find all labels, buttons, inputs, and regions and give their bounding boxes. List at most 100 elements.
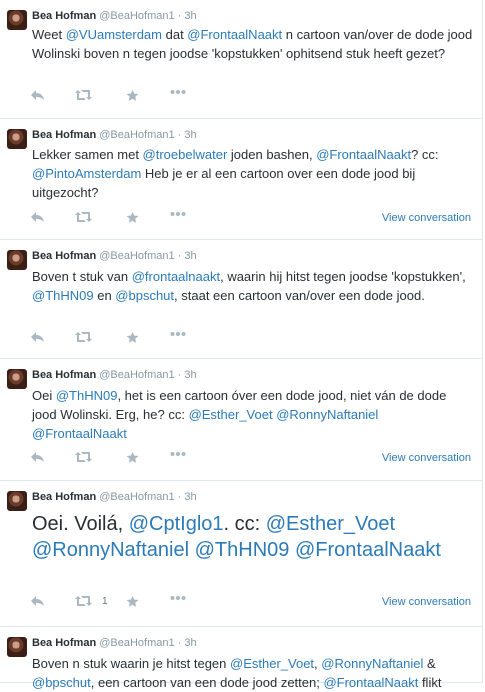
tweet-header: Bea Hofman @BeaHofman1 · 3h	[32, 491, 197, 503]
tweet-timestamp[interactable]: 3h	[184, 491, 196, 503]
reply-button[interactable]	[30, 331, 45, 343]
retweet-button[interactable]	[75, 451, 92, 463]
timeline: Bea Hofman @BeaHofman1 · 3h Weet @VUamste…	[0, 0, 483, 690]
mention-link[interactable]: @FrontaalNaakt	[295, 539, 441, 561]
favorite-button[interactable]	[126, 331, 139, 344]
tweet-text: Oei @ThHN09, het is een cartoon óver een…	[32, 386, 474, 443]
avatar[interactable]	[7, 491, 27, 511]
tweet-timestamp[interactable]: 3h	[184, 250, 196, 262]
mention-link[interactable]: @RonnyNaftaniel	[32, 539, 189, 561]
retweet-button[interactable]	[75, 211, 92, 223]
separator-dot: ·	[174, 369, 185, 381]
more-button[interactable]	[170, 595, 186, 601]
mention-link[interactable]: @troebelwater	[143, 147, 228, 162]
author-handle[interactable]: @BeaHofman1	[99, 250, 174, 262]
text-segment: ? cc:	[411, 147, 439, 162]
author-handle[interactable]: @BeaHofman1	[99, 369, 174, 381]
author-name[interactable]: Bea Hofman	[32, 129, 96, 141]
text-segment: &	[423, 656, 436, 671]
mention-link[interactable]: @ThHN09	[56, 388, 118, 403]
more-button[interactable]	[170, 89, 186, 95]
retweet-button[interactable]	[75, 595, 92, 607]
reply-button[interactable]	[30, 595, 45, 607]
tweet-header: Bea Hofman @BeaHofman1 · 3h	[32, 129, 197, 141]
tweet-header: Bea Hofman @BeaHofman1 · 3h	[32, 10, 197, 22]
tweet: Bea Hofman @BeaHofman1 · 3h Oei. Voilá, @…	[0, 481, 482, 627]
mention-link[interactable]: @RonnyNaftaniel	[321, 656, 423, 671]
favorite-button[interactable]	[126, 211, 139, 224]
tweet-header: Bea Hofman @BeaHofman1 · 3h	[32, 250, 197, 262]
text-segment: en	[93, 288, 116, 303]
mention-link[interactable]: @PintoAmsterdam	[32, 166, 141, 181]
more-icon	[170, 451, 186, 457]
author-name[interactable]: Bea Hofman	[32, 637, 96, 649]
mention-link[interactable]: @FrontaalNaakt	[187, 27, 282, 42]
view-conversation-link[interactable]: View conversation	[382, 596, 471, 608]
tweet-actions	[30, 331, 470, 347]
tweet: Bea Hofman @BeaHofman1 · 3h Lekker samen …	[0, 119, 482, 240]
tweet-text: Weet @VUamsterdam dat @FrontaalNaakt n c…	[32, 25, 474, 63]
retweet-icon	[75, 331, 92, 343]
author-handle[interactable]: @BeaHofman1	[99, 491, 174, 503]
separator-dot: ·	[174, 129, 185, 141]
reply-button[interactable]	[30, 89, 45, 101]
mention-link[interactable]: @FrontaalNaakt	[316, 147, 411, 162]
retweet-icon	[75, 451, 92, 463]
author-name[interactable]: Bea Hofman	[32, 250, 96, 262]
tweet: Bea Hofman @BeaHofman1 · 3h Boven t stuk …	[0, 240, 482, 359]
reply-icon	[30, 451, 45, 463]
reply-icon	[30, 89, 45, 101]
mention-link[interactable]: @RonnyNaftaniel	[276, 407, 378, 422]
text-segment: . cc:	[223, 513, 266, 535]
mention-link[interactable]: @ThHN09	[195, 539, 290, 561]
more-icon	[170, 211, 186, 217]
tweet-text: Oei. Voilá, @CptIglo1. cc: @Esther_Voet …	[32, 511, 477, 563]
retweet-button[interactable]	[75, 331, 92, 343]
mention-link[interactable]: @VUamsterdam	[66, 27, 162, 42]
tweet: Bea Hofman @BeaHofman1 · 3h Oei @ThHN09, …	[0, 359, 482, 481]
avatar[interactable]	[7, 369, 27, 389]
tweet-text: Boven t stuk van @frontaalnaakt, waarin …	[32, 267, 474, 305]
favorite-button[interactable]	[126, 451, 139, 464]
tweet-timestamp[interactable]: 3h	[184, 369, 196, 381]
author-handle[interactable]: @BeaHofman1	[99, 10, 174, 22]
mention-link[interactable]: @Esther_Voet	[266, 513, 395, 535]
more-button[interactable]	[170, 451, 186, 457]
tweet-text: Lekker samen met @troebelwater joden bas…	[32, 145, 474, 202]
tweet-timestamp[interactable]: 3h	[184, 637, 196, 649]
separator-dot: ·	[174, 10, 185, 22]
favorite-button[interactable]	[126, 89, 139, 102]
reply-button[interactable]	[30, 451, 45, 463]
view-conversation-link[interactable]: View conversation	[382, 452, 471, 464]
author-name[interactable]: Bea Hofman	[32, 369, 96, 381]
mention-link[interactable]: @frontaalnaakt	[132, 269, 220, 284]
mention-link[interactable]: @Esther_Voet	[189, 407, 273, 422]
favorite-button[interactable]	[126, 595, 139, 608]
mention-link[interactable]: @Esther_Voet	[230, 656, 314, 671]
tweet-timestamp[interactable]: 3h	[184, 129, 196, 141]
mention-link[interactable]: @bpschut	[115, 288, 174, 303]
view-conversation-link[interactable]: View conversation	[382, 212, 471, 224]
text-segment: Oei	[32, 388, 56, 403]
tweet-header: Bea Hofman @BeaHofman1 · 3h	[32, 369, 197, 381]
avatar[interactable]	[7, 250, 27, 270]
avatar[interactable]	[7, 129, 27, 149]
text-segment: Weet	[32, 27, 66, 42]
star-icon	[126, 331, 139, 344]
mention-link[interactable]: @FrontaalNaakt	[32, 426, 127, 441]
reply-button[interactable]	[30, 211, 45, 223]
more-button[interactable]	[170, 211, 186, 217]
retweet-icon	[75, 89, 92, 101]
retweet-button[interactable]	[75, 89, 92, 101]
mention-link[interactable]: @CptIglo1	[129, 513, 224, 535]
retweet-icon	[75, 211, 92, 223]
author-handle[interactable]: @BeaHofman1	[99, 129, 174, 141]
mention-link[interactable]: @ThHN09	[32, 288, 94, 303]
author-name[interactable]: Bea Hofman	[32, 10, 96, 22]
author-handle[interactable]: @BeaHofman1	[99, 637, 174, 649]
avatar[interactable]	[7, 637, 27, 657]
author-name[interactable]: Bea Hofman	[32, 491, 96, 503]
avatar[interactable]	[7, 10, 27, 30]
more-button[interactable]	[170, 331, 186, 337]
tweet-timestamp[interactable]: 3h	[184, 10, 196, 22]
